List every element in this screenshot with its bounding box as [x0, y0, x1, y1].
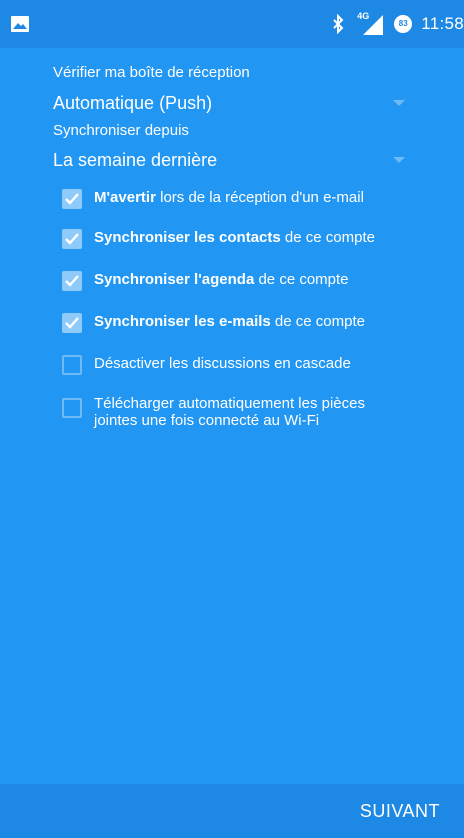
checkmark-icon: [65, 317, 79, 329]
battery-icon: 83: [393, 14, 413, 34]
checkmark-icon: [65, 275, 79, 287]
bottom-bar: SUIVANT: [0, 784, 464, 838]
checkbox-unchecked[interactable]: [62, 355, 82, 375]
option-auto-download-attachments[interactable]: Télécharger automatiquement les pièces j…: [62, 395, 452, 429]
option-sync-calendar[interactable]: Synchroniser l'agenda de ce compte: [62, 271, 452, 291]
option-label: M'avertir lors de la réception d'un e-ma…: [94, 189, 364, 206]
sync-since-dropdown[interactable]: La semaine dernière: [53, 146, 413, 174]
gallery-icon: [11, 16, 29, 32]
checkmark-icon: [65, 233, 79, 245]
signal-icon: 4G: [355, 11, 384, 35]
next-button[interactable]: SUIVANT: [360, 784, 440, 838]
clock: 11:58: [421, 14, 464, 33]
option-label: Synchroniser les contacts de ce compte: [94, 229, 375, 246]
sync-since-value: La semaine dernière: [53, 149, 218, 170]
option-sync-emails[interactable]: Synchroniser les e-mails de ce compte: [62, 313, 452, 333]
option-label: Synchroniser les e-mails de ce compte: [94, 313, 365, 330]
sync-since-label: Synchroniser depuis: [53, 122, 189, 139]
option-label: Désactiver les discussions en cascade: [94, 355, 351, 372]
checkbox-checked[interactable]: [62, 189, 82, 209]
checkbox-checked[interactable]: [62, 271, 82, 291]
status-bar: 4G 83 11:58: [0, 0, 464, 48]
inbox-check-label: Vérifier ma boîte de réception: [53, 64, 250, 81]
dropdown-arrow-icon: [393, 157, 405, 163]
battery-percent: 83: [398, 19, 408, 28]
inbox-check-value: Automatique (Push): [53, 92, 213, 113]
inbox-check-dropdown[interactable]: Automatique (Push): [53, 89, 413, 117]
checkbox-checked[interactable]: [62, 229, 82, 249]
option-disable-threads[interactable]: Désactiver les discussions en cascade: [62, 355, 452, 375]
checkbox-unchecked[interactable]: [62, 398, 82, 418]
bluetooth-icon: [333, 14, 344, 34]
dropdown-arrow-icon: [393, 100, 405, 106]
option-notify[interactable]: M'avertir lors de la réception d'un e-ma…: [62, 189, 452, 209]
checkmark-icon: [65, 193, 79, 205]
option-label: Télécharger automatiquement les pièces j…: [94, 395, 365, 429]
option-sync-contacts[interactable]: Synchroniser les contacts de ce compte: [62, 229, 452, 249]
option-label: Synchroniser l'agenda de ce compte: [94, 271, 349, 288]
checkbox-checked[interactable]: [62, 313, 82, 333]
